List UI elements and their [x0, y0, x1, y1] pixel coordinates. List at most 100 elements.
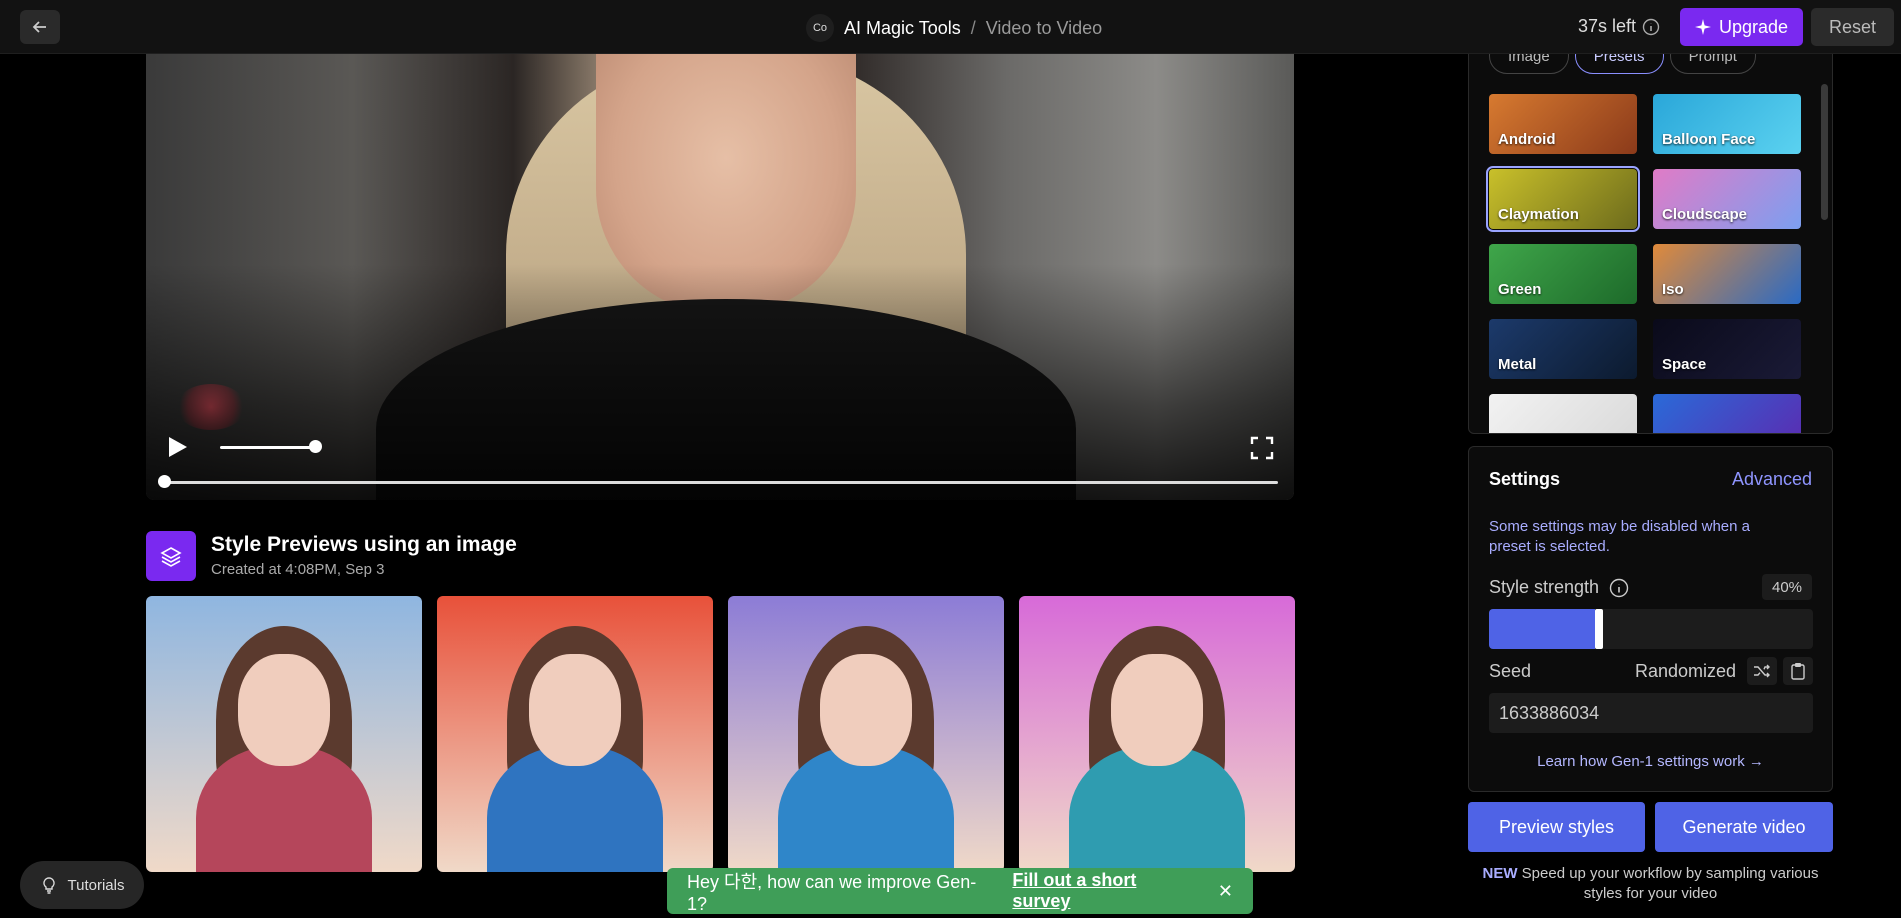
tutorials-button[interactable]: Tutorials: [20, 861, 144, 909]
volume-track[interactable]: [220, 446, 316, 449]
style-strength-text: Style strength: [1489, 577, 1600, 597]
progress-track[interactable]: [164, 481, 1278, 484]
time-left: 37s left: [1578, 16, 1660, 37]
lightbulb-icon: [42, 877, 55, 894]
play-icon[interactable]: [164, 434, 190, 460]
preset-iso[interactable]: Iso: [1653, 244, 1801, 304]
randomized-label: Randomized: [1635, 661, 1737, 681]
new-badge: NEW: [1482, 865, 1518, 882]
app-logo: Co: [806, 14, 834, 42]
preset-cloudscape[interactable]: Cloudscape: [1653, 169, 1801, 229]
progress-handle[interactable]: [158, 475, 171, 488]
generate-video-button[interactable]: Generate video: [1655, 802, 1833, 852]
settings-note: Some settings may be disabled when a pre…: [1489, 518, 1750, 555]
preset-item[interactable]: [1489, 394, 1637, 433]
top-bar: Co AI Magic Tools / Video to Video 37s l…: [0, 0, 1901, 54]
preview-face: [1111, 654, 1203, 766]
preset-claymation[interactable]: Claymation: [1486, 166, 1640, 232]
style-preview-image[interactable]: [728, 596, 1004, 872]
seed-input[interactable]: [1489, 693, 1813, 733]
tutorials-label: Tutorials: [67, 876, 125, 894]
survey-banner: Hey 다한, how can we improve Gen-1? Fill o…: [667, 868, 1253, 914]
preset-metal[interactable]: Metal: [1489, 319, 1637, 379]
tab-presets[interactable]: Presets: [1574, 54, 1664, 74]
time-left-text: 37s left: [1578, 16, 1637, 36]
learn-settings-text: Learn how Gen-1 settings work: [1537, 753, 1745, 770]
survey-text: Hey 다한, how can we improve Gen-1?: [687, 871, 977, 914]
info-icon[interactable]: [1609, 578, 1629, 598]
sparkle-icon: [1694, 19, 1711, 35]
preset-label: Android: [1498, 131, 1556, 148]
style-preview-image[interactable]: [437, 596, 713, 872]
mode-tabs: Image Presets Prompt: [1489, 54, 1756, 74]
page-title: Video to Video: [985, 17, 1103, 38]
preview-styles-button[interactable]: Preview styles: [1468, 802, 1645, 852]
new-note-text: Speed up your workflow by sampling vario…: [1517, 865, 1819, 902]
preset-green[interactable]: Green: [1489, 244, 1637, 304]
preset-android[interactable]: Android: [1489, 94, 1637, 154]
new-feature-note: NEW Speed up your workflow by sampling v…: [1468, 864, 1833, 904]
preset-label: Claymation: [1498, 206, 1579, 223]
preview-face: [529, 654, 621, 766]
upgrade-button[interactable]: Upgrade: [1680, 8, 1803, 46]
presets-scrollbar[interactable]: [1821, 84, 1828, 220]
info-icon[interactable]: [1642, 18, 1660, 36]
preview-list: [146, 596, 1295, 872]
arrow-left-icon: [32, 21, 46, 33]
shuffle-icon: [1754, 664, 1770, 678]
breadcrumb: Co AI Magic Tools / Video to Video: [806, 14, 1102, 42]
arrow-right-icon: →: [1748, 753, 1764, 770]
settings-panel: Settings Advanced Some settings may be d…: [1468, 446, 1833, 792]
presets-panel: Image Presets Prompt Android Balloon Face Cl…: [1468, 54, 1833, 434]
preset-space[interactable]: Space: [1653, 319, 1801, 379]
preview-face: [238, 654, 330, 766]
preview-styles-label: Preview styles: [1498, 816, 1615, 837]
seed-label: Seed: [1489, 661, 1532, 681]
layers-icon: [160, 547, 182, 567]
preset-label: Cloudscape: [1662, 206, 1748, 223]
clipboard-icon: [1791, 663, 1805, 680]
style-strength-label: Style strength: [1489, 577, 1629, 598]
previews-title: Style Previews using an image: [211, 533, 517, 556]
video-player[interactable]: [146, 54, 1294, 500]
slider-handle[interactable]: [1595, 609, 1603, 649]
style-preview-image[interactable]: [146, 596, 422, 872]
app-title[interactable]: AI Magic Tools: [844, 18, 961, 39]
tab-label: Prompt: [1688, 54, 1737, 65]
style-preview-image[interactable]: [1019, 596, 1295, 872]
shuffle-button[interactable]: [1747, 657, 1777, 685]
fullscreen-icon[interactable]: [1250, 436, 1274, 460]
preset-balloon-face[interactable]: Balloon Face: [1653, 94, 1801, 154]
tab-image[interactable]: Image: [1489, 54, 1569, 74]
preset-label: Green: [1498, 281, 1542, 298]
generate-video-label: Generate video: [1682, 816, 1806, 837]
style-strength-value: 40%: [1762, 574, 1812, 600]
preset-label: Balloon Face: [1662, 131, 1756, 148]
previews-subtitle: Created at 4:08PM, Sep 3: [211, 561, 385, 578]
preset-label: Metal: [1498, 356, 1537, 373]
preset-label: Iso: [1662, 281, 1684, 298]
preview-face: [820, 654, 912, 766]
tab-label: Image: [1508, 54, 1550, 65]
upgrade-label: Upgrade: [1718, 16, 1789, 37]
breadcrumb-separator: /: [970, 17, 976, 38]
learn-settings-link[interactable]: Learn how Gen-1 settings work →: [1469, 753, 1832, 770]
layers-icon-badge: [146, 531, 196, 581]
tab-label: Presets: [1593, 54, 1645, 65]
tab-prompt[interactable]: Prompt: [1669, 54, 1756, 74]
advanced-link[interactable]: Advanced: [1732, 469, 1812, 490]
preset-item[interactable]: [1653, 394, 1801, 433]
back-button[interactable]: [20, 10, 60, 44]
volume-handle[interactable]: [309, 440, 322, 453]
video-controls-shade: [146, 264, 1294, 500]
style-strength-slider[interactable]: [1489, 609, 1813, 649]
preset-label: Space: [1662, 356, 1707, 373]
preset-grid: Android Balloon Face Claymation Cloudscape G…: [1486, 94, 1801, 433]
page: Co AI Magic Tools / Video to Video 37s l…: [0, 0, 1901, 918]
reset-label: Reset: [1828, 16, 1877, 37]
close-icon[interactable]: ✕: [1218, 881, 1233, 902]
survey-link[interactable]: Fill out a short survey: [1012, 870, 1196, 912]
paste-button[interactable]: [1783, 657, 1813, 685]
reset-button[interactable]: Reset: [1811, 8, 1894, 46]
slider-fill: [1489, 609, 1595, 649]
